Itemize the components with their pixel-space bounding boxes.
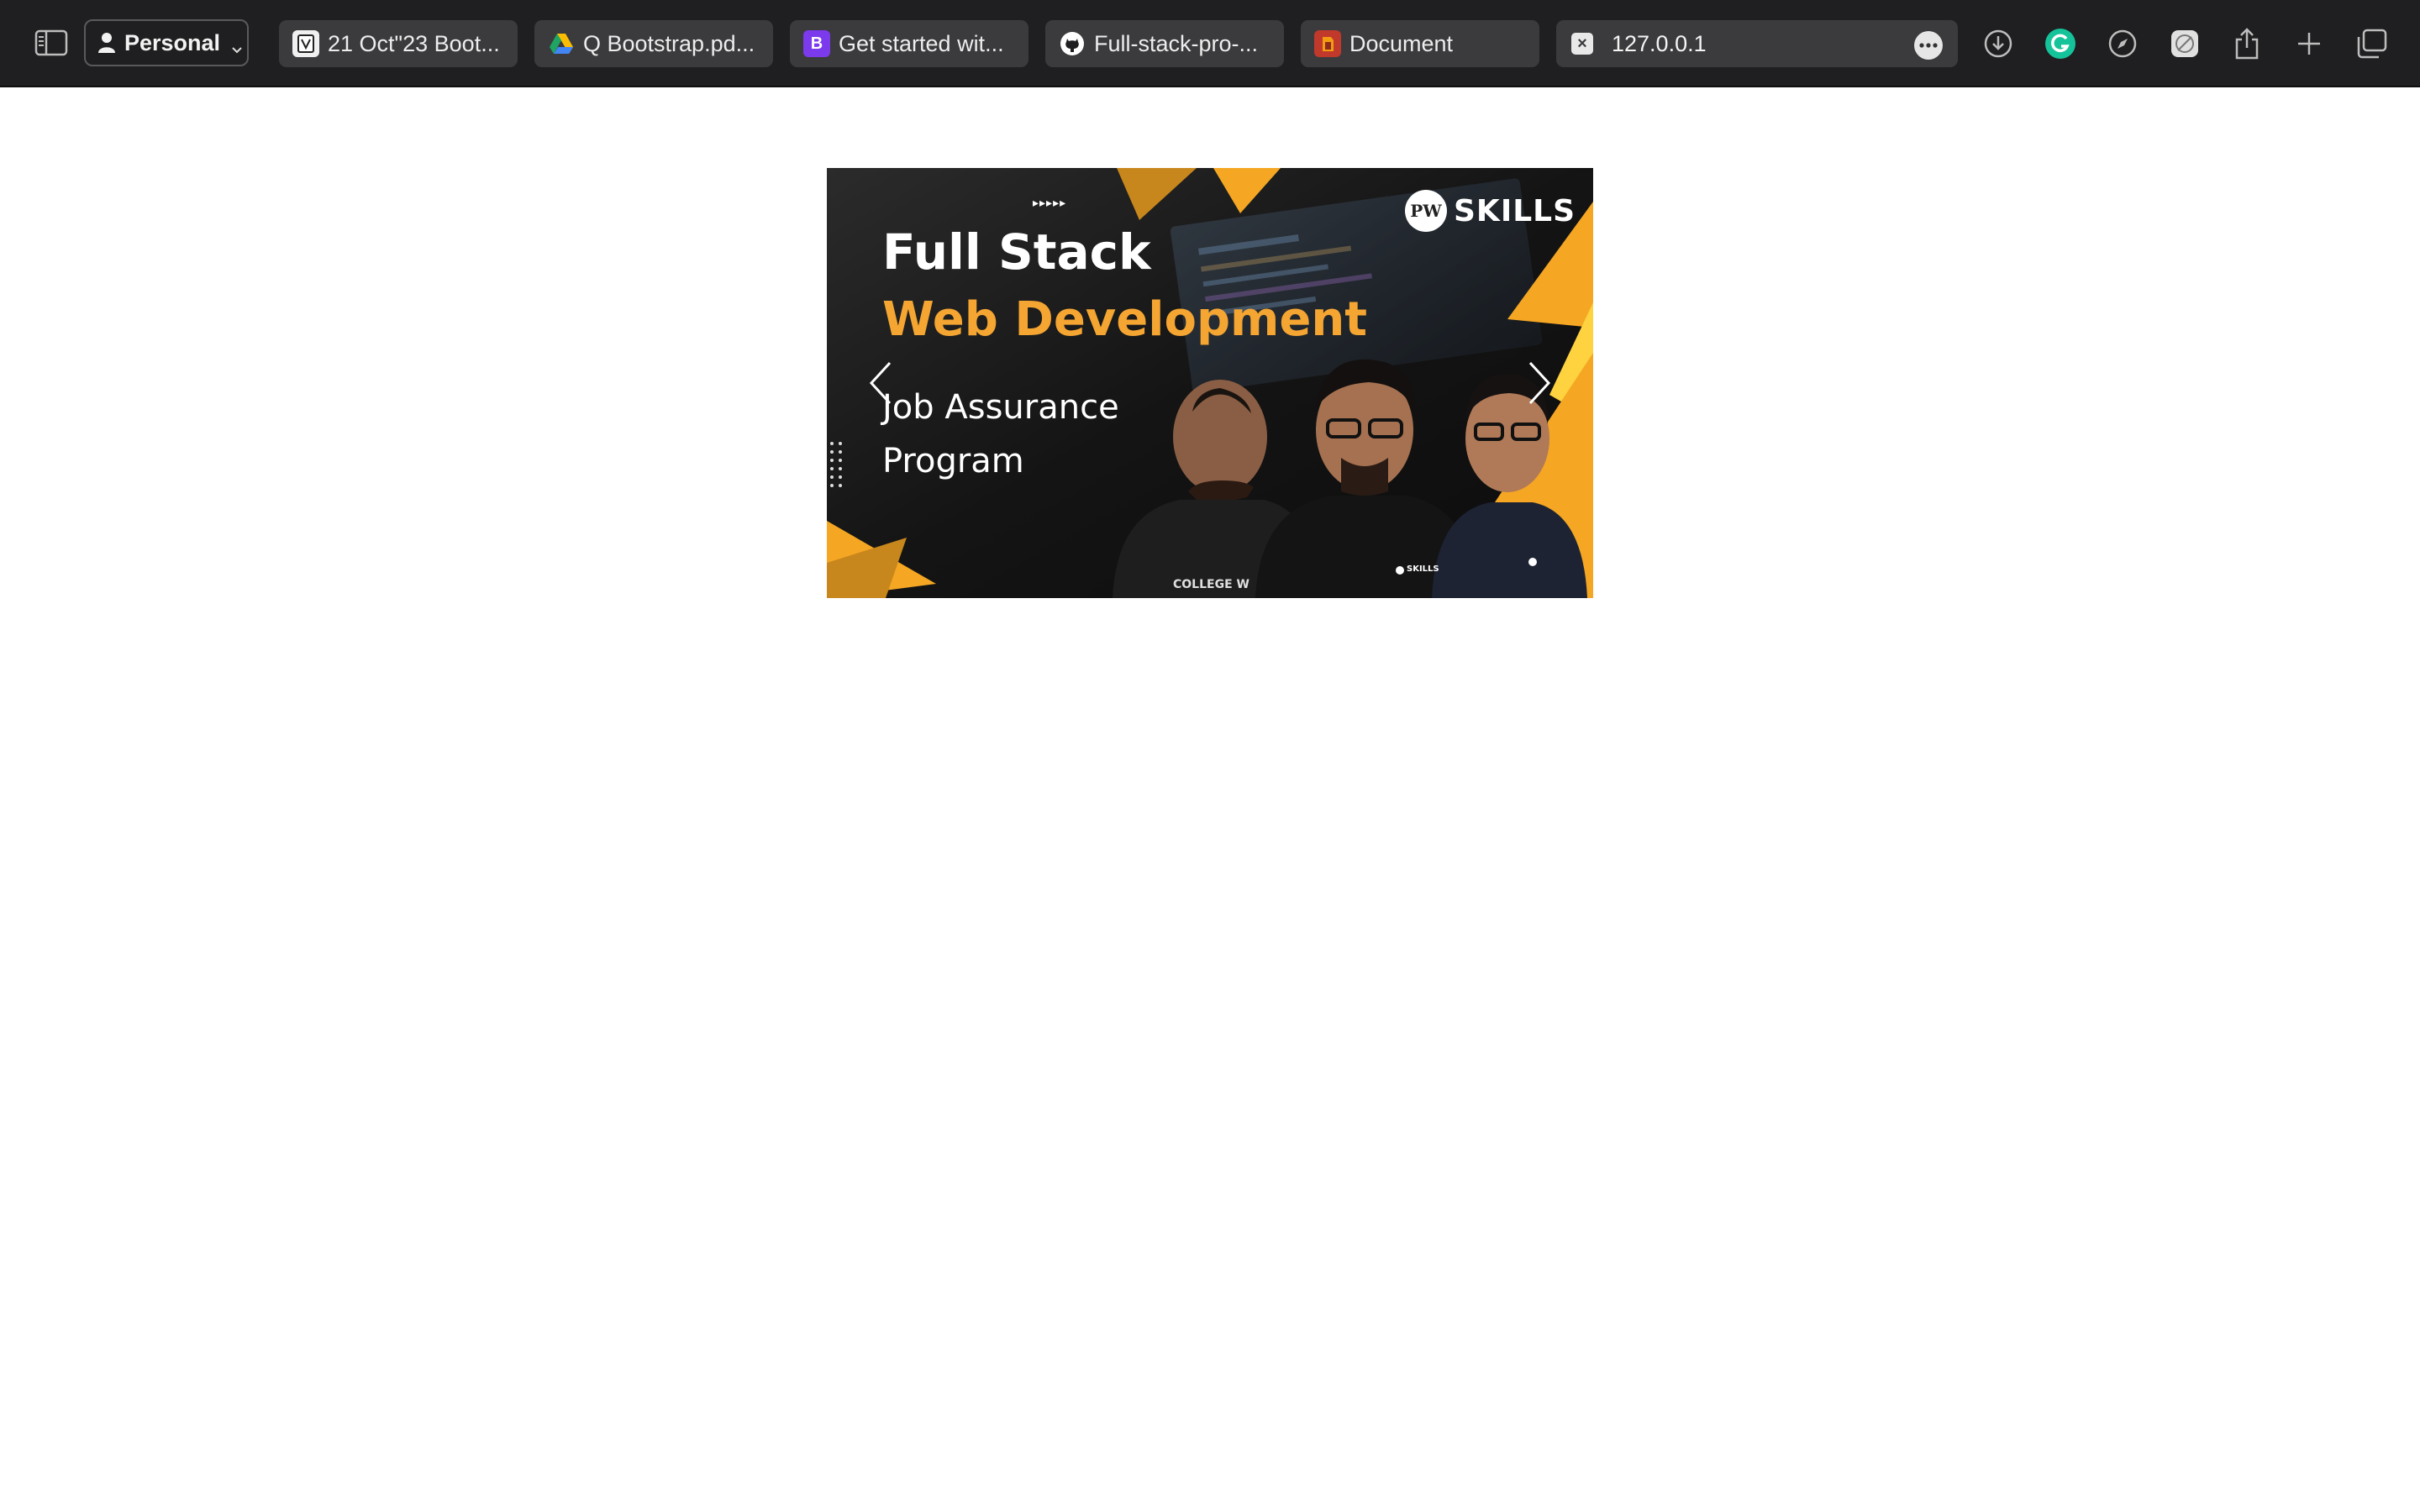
tab-label: Document [1349,30,1454,56]
profile-label: Personal [124,29,221,55]
tab-bootstrap-docs[interactable]: B Get started wit... [790,20,1028,67]
more-options-icon[interactable] [1914,31,1943,60]
tab-github[interactable]: Full-stack-pro-... [1045,20,1284,67]
tab-label: 21 Oct"23 Boot... [328,30,500,56]
github-icon [1059,30,1086,57]
tab-bootstrap-notes[interactable]: 21 Oct"23 Boot... [279,20,518,67]
profile-switcher[interactable]: Personal [84,19,249,66]
chevron-down-icon [230,36,244,54]
bootstrap-icon: B [803,30,830,57]
pw-logo-icon: PW [1405,190,1447,232]
browser-toolbar: Personal 21 Oct"23 Boot... Q Bootstrap.p… [0,0,2420,87]
person-icon [97,32,116,54]
carousel-prev-button[interactable] [855,349,906,417]
tab-overview-icon[interactable] [2353,25,2390,62]
carousel-slide: ▸▸▸▸▸ PW SKILLS Full Stack Web Developme… [827,168,1593,598]
grammarly-icon[interactable] [2042,25,2079,62]
new-tab-icon[interactable] [2291,25,2328,62]
slide-title-line1: Full Stack [882,223,1151,281]
tab-label: Q Bootstrap.pd... [583,30,755,56]
slide-subtitle-line2: Program [882,442,1024,480]
slide-title-line2: Web Development [882,292,1368,347]
download-icon[interactable] [1980,25,2017,62]
slide-subtitle-line1: Job Assurance [882,388,1119,427]
brand-name: SKILLS [1454,193,1576,228]
tab-bootstrap-pdf[interactable]: Q Bootstrap.pd... [534,20,773,67]
document-icon [1314,30,1341,57]
address-bar[interactable]: × 127.0.0.1 [1556,20,1958,67]
tab-document[interactable]: Document [1301,20,1539,67]
extension-icon[interactable] [2166,25,2203,62]
carousel-next-button[interactable] [1514,349,1565,417]
decorative-arrows: ▸▸▸▸▸ [1033,197,1067,210]
chevron-left-icon [869,361,892,405]
shirt-badge: SKILLS [1407,564,1439,574]
google-drive-icon [548,30,575,57]
chevron-right-icon [1528,361,1551,405]
brand-logo: PW SKILLS [1405,190,1576,232]
file-icon [292,30,319,57]
address-text: 127.0.0.1 [1612,30,1707,56]
close-site-icon: × [1571,33,1593,55]
compass-icon[interactable] [2104,25,2141,62]
shirt-text: COLLEGE W [1173,578,1249,591]
image-carousel: ▸▸▸▸▸ PW SKILLS Full Stack Web Developme… [827,168,1593,598]
sidebar-toggle-icon[interactable] [32,25,71,60]
tab-label: Get started wit... [839,30,1004,56]
tab-label: Full-stack-pro-... [1094,30,1259,56]
share-icon[interactable] [2228,25,2265,62]
